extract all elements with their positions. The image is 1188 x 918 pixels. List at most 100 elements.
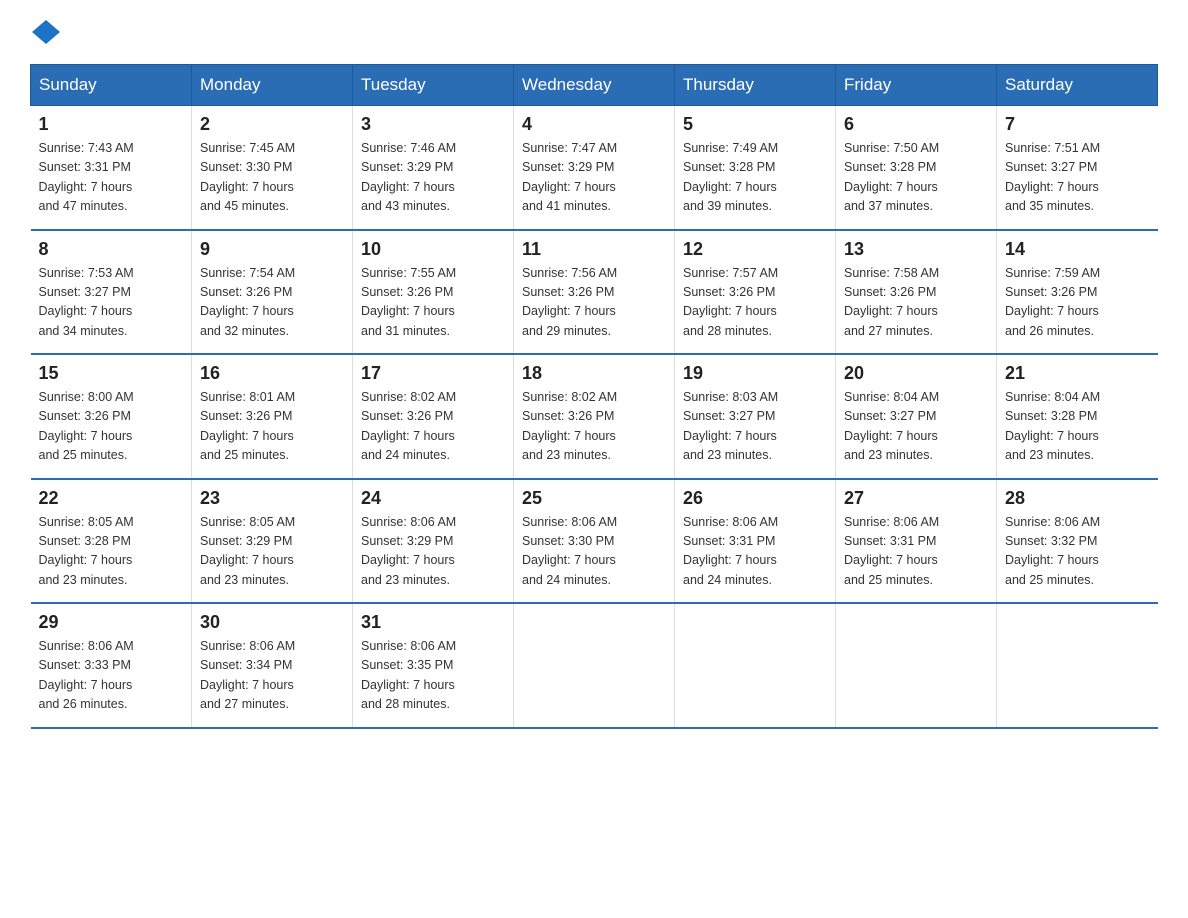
day-info: Sunrise: 8:04 AM Sunset: 3:28 PM Dayligh…	[1005, 388, 1150, 466]
calendar-cell: 14 Sunrise: 7:59 AM Sunset: 3:26 PM Dayl…	[997, 230, 1158, 355]
calendar-week-1: 1 Sunrise: 7:43 AM Sunset: 3:31 PM Dayli…	[31, 106, 1158, 230]
calendar-cell: 23 Sunrise: 8:05 AM Sunset: 3:29 PM Dayl…	[192, 479, 353, 604]
header-cell-thursday: Thursday	[675, 65, 836, 106]
calendar-table: SundayMondayTuesdayWednesdayThursdayFrid…	[30, 64, 1158, 729]
day-number: 20	[844, 363, 988, 384]
day-number: 22	[39, 488, 184, 509]
header-cell-wednesday: Wednesday	[514, 65, 675, 106]
calendar-cell: 15 Sunrise: 8:00 AM Sunset: 3:26 PM Dayl…	[31, 354, 192, 479]
day-number: 15	[39, 363, 184, 384]
day-number: 25	[522, 488, 666, 509]
calendar-cell	[836, 603, 997, 728]
day-number: 5	[683, 114, 827, 135]
calendar-cell: 17 Sunrise: 8:02 AM Sunset: 3:26 PM Dayl…	[353, 354, 514, 479]
calendar-cell: 21 Sunrise: 8:04 AM Sunset: 3:28 PM Dayl…	[997, 354, 1158, 479]
header-cell-friday: Friday	[836, 65, 997, 106]
day-number: 8	[39, 239, 184, 260]
day-number: 9	[200, 239, 344, 260]
header-row: SundayMondayTuesdayWednesdayThursdayFrid…	[31, 65, 1158, 106]
day-number: 26	[683, 488, 827, 509]
day-number: 27	[844, 488, 988, 509]
calendar-cell: 3 Sunrise: 7:46 AM Sunset: 3:29 PM Dayli…	[353, 106, 514, 230]
calendar-cell: 10 Sunrise: 7:55 AM Sunset: 3:26 PM Dayl…	[353, 230, 514, 355]
day-number: 18	[522, 363, 666, 384]
day-number: 7	[1005, 114, 1150, 135]
day-info: Sunrise: 8:05 AM Sunset: 3:29 PM Dayligh…	[200, 513, 344, 591]
day-info: Sunrise: 7:54 AM Sunset: 3:26 PM Dayligh…	[200, 264, 344, 342]
day-info: Sunrise: 8:02 AM Sunset: 3:26 PM Dayligh…	[522, 388, 666, 466]
calendar-cell	[514, 603, 675, 728]
calendar-cell: 8 Sunrise: 7:53 AM Sunset: 3:27 PM Dayli…	[31, 230, 192, 355]
day-info: Sunrise: 7:49 AM Sunset: 3:28 PM Dayligh…	[683, 139, 827, 217]
calendar-cell: 26 Sunrise: 8:06 AM Sunset: 3:31 PM Dayl…	[675, 479, 836, 604]
calendar-week-3: 15 Sunrise: 8:00 AM Sunset: 3:26 PM Dayl…	[31, 354, 1158, 479]
day-number: 30	[200, 612, 344, 633]
calendar-cell: 31 Sunrise: 8:06 AM Sunset: 3:35 PM Dayl…	[353, 603, 514, 728]
header-cell-monday: Monday	[192, 65, 353, 106]
logo-flag-icon	[32, 20, 60, 44]
day-info: Sunrise: 8:01 AM Sunset: 3:26 PM Dayligh…	[200, 388, 344, 466]
day-info: Sunrise: 8:05 AM Sunset: 3:28 PM Dayligh…	[39, 513, 184, 591]
header-cell-saturday: Saturday	[997, 65, 1158, 106]
day-number: 17	[361, 363, 505, 384]
day-number: 16	[200, 363, 344, 384]
calendar-week-4: 22 Sunrise: 8:05 AM Sunset: 3:28 PM Dayl…	[31, 479, 1158, 604]
calendar-cell: 16 Sunrise: 8:01 AM Sunset: 3:26 PM Dayl…	[192, 354, 353, 479]
day-info: Sunrise: 8:00 AM Sunset: 3:26 PM Dayligh…	[39, 388, 184, 466]
day-info: Sunrise: 8:06 AM Sunset: 3:34 PM Dayligh…	[200, 637, 344, 715]
header-cell-sunday: Sunday	[31, 65, 192, 106]
day-info: Sunrise: 7:59 AM Sunset: 3:26 PM Dayligh…	[1005, 264, 1150, 342]
day-number: 28	[1005, 488, 1150, 509]
calendar-cell: 12 Sunrise: 7:57 AM Sunset: 3:26 PM Dayl…	[675, 230, 836, 355]
calendar-cell: 25 Sunrise: 8:06 AM Sunset: 3:30 PM Dayl…	[514, 479, 675, 604]
day-number: 2	[200, 114, 344, 135]
day-number: 12	[683, 239, 827, 260]
day-info: Sunrise: 8:04 AM Sunset: 3:27 PM Dayligh…	[844, 388, 988, 466]
logo	[30, 20, 60, 44]
calendar-week-5: 29 Sunrise: 8:06 AM Sunset: 3:33 PM Dayl…	[31, 603, 1158, 728]
calendar-cell: 18 Sunrise: 8:02 AM Sunset: 3:26 PM Dayl…	[514, 354, 675, 479]
day-number: 29	[39, 612, 184, 633]
calendar-cell: 30 Sunrise: 8:06 AM Sunset: 3:34 PM Dayl…	[192, 603, 353, 728]
day-info: Sunrise: 7:55 AM Sunset: 3:26 PM Dayligh…	[361, 264, 505, 342]
day-info: Sunrise: 7:50 AM Sunset: 3:28 PM Dayligh…	[844, 139, 988, 217]
calendar-cell: 5 Sunrise: 7:49 AM Sunset: 3:28 PM Dayli…	[675, 106, 836, 230]
day-info: Sunrise: 8:06 AM Sunset: 3:30 PM Dayligh…	[522, 513, 666, 591]
day-info: Sunrise: 8:06 AM Sunset: 3:31 PM Dayligh…	[844, 513, 988, 591]
day-info: Sunrise: 8:06 AM Sunset: 3:29 PM Dayligh…	[361, 513, 505, 591]
day-info: Sunrise: 7:58 AM Sunset: 3:26 PM Dayligh…	[844, 264, 988, 342]
day-number: 11	[522, 239, 666, 260]
day-number: 1	[39, 114, 184, 135]
day-info: Sunrise: 7:45 AM Sunset: 3:30 PM Dayligh…	[200, 139, 344, 217]
page-header	[30, 20, 1158, 44]
calendar-cell	[675, 603, 836, 728]
calendar-body: 1 Sunrise: 7:43 AM Sunset: 3:31 PM Dayli…	[31, 106, 1158, 728]
calendar-cell: 24 Sunrise: 8:06 AM Sunset: 3:29 PM Dayl…	[353, 479, 514, 604]
day-number: 4	[522, 114, 666, 135]
day-number: 19	[683, 363, 827, 384]
calendar-cell: 19 Sunrise: 8:03 AM Sunset: 3:27 PM Dayl…	[675, 354, 836, 479]
day-info: Sunrise: 7:56 AM Sunset: 3:26 PM Dayligh…	[522, 264, 666, 342]
day-number: 3	[361, 114, 505, 135]
calendar-cell: 6 Sunrise: 7:50 AM Sunset: 3:28 PM Dayli…	[836, 106, 997, 230]
day-info: Sunrise: 7:47 AM Sunset: 3:29 PM Dayligh…	[522, 139, 666, 217]
calendar-header: SundayMondayTuesdayWednesdayThursdayFrid…	[31, 65, 1158, 106]
calendar-week-2: 8 Sunrise: 7:53 AM Sunset: 3:27 PM Dayli…	[31, 230, 1158, 355]
day-number: 13	[844, 239, 988, 260]
calendar-cell: 29 Sunrise: 8:06 AM Sunset: 3:33 PM Dayl…	[31, 603, 192, 728]
calendar-cell: 1 Sunrise: 7:43 AM Sunset: 3:31 PM Dayli…	[31, 106, 192, 230]
day-info: Sunrise: 7:51 AM Sunset: 3:27 PM Dayligh…	[1005, 139, 1150, 217]
calendar-cell: 4 Sunrise: 7:47 AM Sunset: 3:29 PM Dayli…	[514, 106, 675, 230]
day-number: 24	[361, 488, 505, 509]
day-info: Sunrise: 7:46 AM Sunset: 3:29 PM Dayligh…	[361, 139, 505, 217]
calendar-cell: 28 Sunrise: 8:06 AM Sunset: 3:32 PM Dayl…	[997, 479, 1158, 604]
calendar-cell: 7 Sunrise: 7:51 AM Sunset: 3:27 PM Dayli…	[997, 106, 1158, 230]
day-info: Sunrise: 7:53 AM Sunset: 3:27 PM Dayligh…	[39, 264, 184, 342]
day-number: 31	[361, 612, 505, 633]
day-info: Sunrise: 7:43 AM Sunset: 3:31 PM Dayligh…	[39, 139, 184, 217]
day-info: Sunrise: 8:06 AM Sunset: 3:33 PM Dayligh…	[39, 637, 184, 715]
day-info: Sunrise: 8:03 AM Sunset: 3:27 PM Dayligh…	[683, 388, 827, 466]
header-cell-tuesday: Tuesday	[353, 65, 514, 106]
day-info: Sunrise: 7:57 AM Sunset: 3:26 PM Dayligh…	[683, 264, 827, 342]
day-info: Sunrise: 8:06 AM Sunset: 3:31 PM Dayligh…	[683, 513, 827, 591]
